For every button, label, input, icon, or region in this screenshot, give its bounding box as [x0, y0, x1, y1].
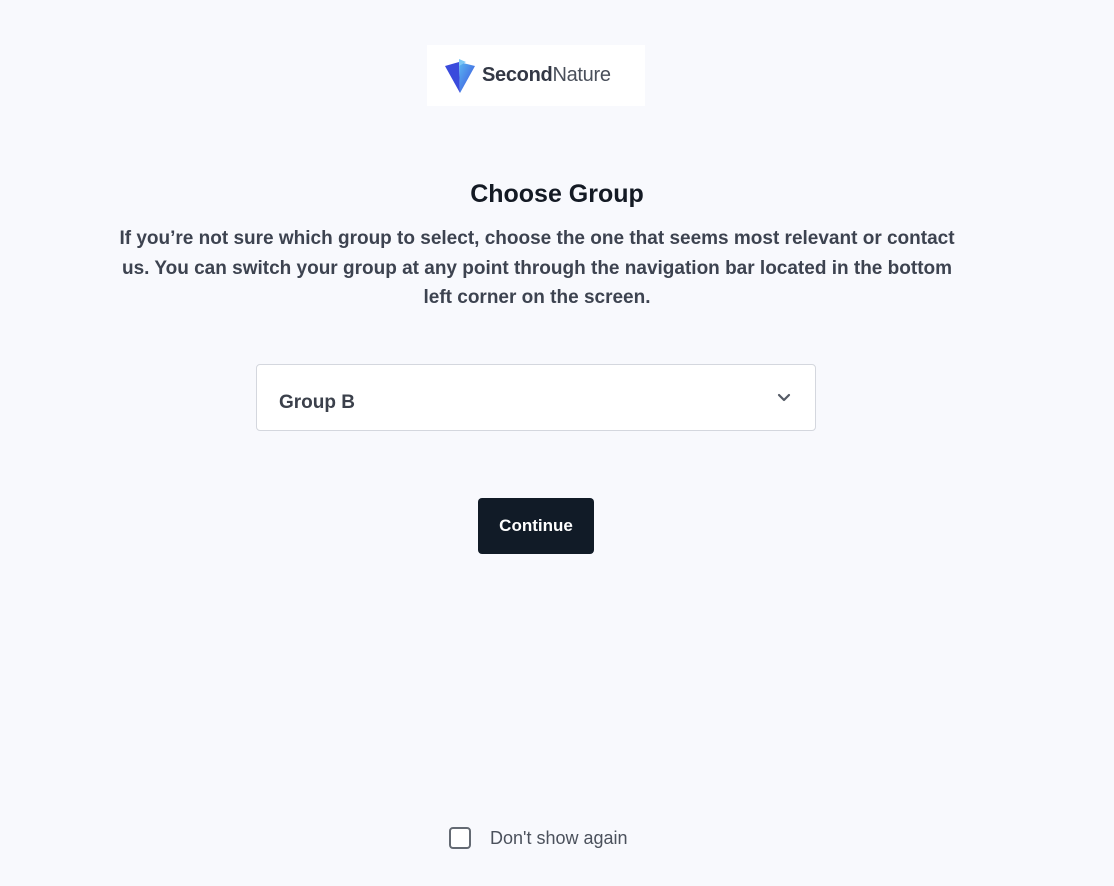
brand-name: SecondNature: [482, 64, 611, 87]
chevron-down-icon: [777, 393, 791, 402]
secondnature-logo: SecondNature: [427, 45, 645, 106]
group-select-value: Group B: [279, 391, 355, 413]
brand-name-first: Second: [482, 64, 553, 86]
page-title: Choose Group: [470, 180, 644, 208]
page-description: If you’re not sure which group to select…: [119, 228, 955, 308]
secondnature-v-logo-icon: [445, 58, 475, 93]
dont-show-again-label[interactable]: Don't show again: [490, 828, 628, 849]
dont-show-again-option: Don't show again: [449, 827, 628, 849]
dont-show-again-checkbox[interactable]: [449, 827, 471, 849]
group-select[interactable]: Group B: [256, 364, 816, 431]
brand-name-second: Nature: [552, 64, 611, 86]
continue-button[interactable]: Continue: [478, 498, 594, 554]
choose-group-page: SecondNature Choose Group If you’re not …: [0, 0, 1114, 886]
